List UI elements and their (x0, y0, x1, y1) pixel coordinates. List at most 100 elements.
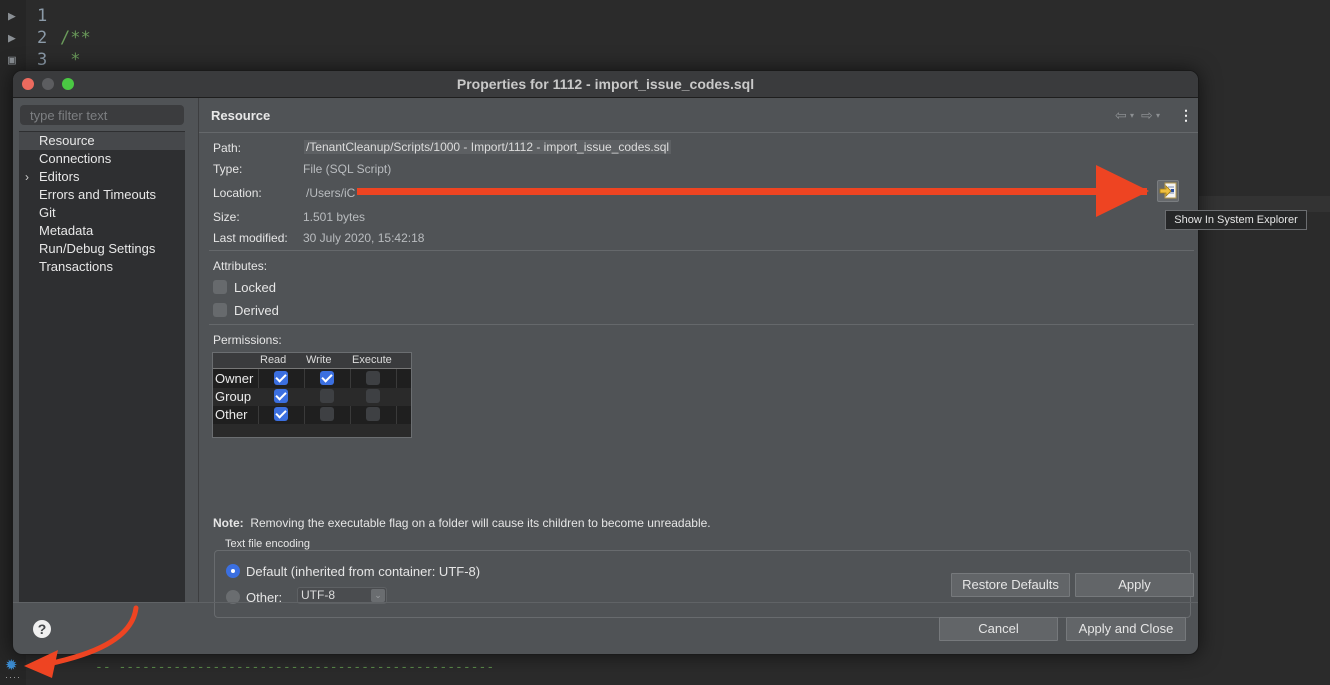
table-row: Other (213, 406, 411, 424)
row-label: Other (215, 407, 248, 422)
tree-item-label: Errors and Timeouts (39, 187, 157, 202)
column-header-read[interactable]: Read (260, 354, 286, 366)
tree-item-git[interactable]: Git (19, 204, 185, 222)
last-modified-value: 30 July 2020, 15:42:18 (303, 231, 425, 245)
forward-arrow-icon[interactable]: ⇨ (1141, 107, 1153, 124)
table-row: Owner (213, 370, 411, 388)
location-label: Location: (213, 186, 262, 200)
line-number: 2 (37, 28, 48, 48)
group-read-checkbox[interactable] (274, 389, 288, 403)
tree-item-connections[interactable]: Connections (19, 150, 185, 168)
dialog-title: Properties for 1112 - import_issue_codes… (456, 76, 755, 92)
tree-item-transactions[interactable]: Transactions (19, 258, 185, 276)
note-label: Note: (213, 516, 244, 530)
other-read-checkbox[interactable] (274, 407, 288, 421)
editor-comment-line: -- -------------------------------------… (95, 660, 495, 675)
back-arrow-icon[interactable]: ⇦ (1115, 107, 1127, 124)
tree-item-label: Git (39, 205, 56, 220)
line-code: * (60, 50, 81, 70)
column-header-execute[interactable]: Execute (352, 354, 392, 366)
view-menu-icon[interactable]: ⋮ (1179, 107, 1193, 124)
divider (199, 132, 1198, 133)
editor-line: ▶ 2 /** (0, 28, 91, 50)
chevron-right-icon[interactable]: › (25, 168, 29, 186)
derived-checkbox[interactable] (213, 303, 227, 317)
derived-label: Derived (234, 303, 279, 318)
divider (209, 324, 1194, 325)
redaction-arrow-shaft (357, 188, 1147, 195)
note-text: Removing the executable flag on a folder… (250, 516, 711, 530)
line-number: 3 (37, 50, 48, 70)
last-modified-label: Last modified: (213, 231, 288, 245)
owner-write-checkbox[interactable] (320, 371, 334, 385)
row-label: Group (215, 389, 252, 404)
tree-item-label: Connections (39, 151, 112, 166)
ruler-marker-icon: ▣ (8, 53, 16, 68)
show-in-explorer-icon (1159, 182, 1177, 199)
tree-item-metadata[interactable]: Metadata (19, 222, 185, 240)
path-label: Path: (213, 141, 242, 155)
type-label: Type: (213, 162, 243, 176)
resource-page: Resource ⇦ ▾ ⇨ ▾ ⋮ Path: /TenantCleanup/… (199, 98, 1198, 618)
owner-execute-checkbox[interactable] (366, 371, 380, 385)
properties-dialog: Properties for 1112 - import_issue_codes… (12, 70, 1199, 655)
group-execute-checkbox[interactable] (366, 389, 380, 403)
size-value: 1.501 bytes (303, 210, 366, 224)
type-value: File (SQL Script) (303, 162, 392, 176)
sidebar: Resource Connections › Editors Errors and… (19, 104, 185, 602)
default-encoding-radio[interactable] (226, 564, 240, 578)
default-encoding-label: Default (inherited from container: UTF-8… (246, 564, 481, 579)
help-icon[interactable]: ? (33, 620, 51, 638)
line-number: 1 (37, 6, 48, 26)
attributes-label: Attributes: (213, 259, 268, 273)
column-header-write[interactable]: Write (306, 354, 331, 366)
divider (13, 602, 1198, 603)
path-value[interactable]: /TenantCleanup/Scripts/1000 - Import/111… (304, 140, 672, 154)
tree-item-label: Editors (39, 169, 80, 184)
note: Note: Removing the executable flag on a … (213, 516, 711, 530)
show-in-system-explorer-button[interactable] (1157, 180, 1179, 202)
restore-defaults-button[interactable]: Restore Defaults (951, 573, 1070, 597)
tree-item-label: Resource (39, 133, 95, 148)
size-label: Size: (213, 210, 240, 224)
line-code: /** (60, 28, 91, 48)
table-row-empty (213, 424, 411, 437)
page-title: Resource (211, 108, 271, 123)
tree-item-label: Transactions (39, 259, 113, 274)
annotation-arrow-head (1096, 165, 1149, 217)
cancel-button[interactable]: Cancel (939, 617, 1058, 641)
filter-input[interactable] (20, 105, 184, 125)
permissions-label: Permissions: (213, 333, 282, 347)
other-write-checkbox[interactable] (320, 407, 334, 421)
permissions-header: Read Write Execute (213, 353, 411, 369)
ruler-marker-icon: ▶ (8, 31, 16, 46)
forward-dropdown-icon[interactable]: ▾ (1156, 111, 1160, 120)
ruler-marker-icon: ▶ (8, 9, 16, 24)
encoding-group-title: Text file encoding (225, 538, 310, 550)
location-value[interactable]: /Users/iC (306, 186, 355, 200)
apply-button[interactable]: Apply (1075, 573, 1194, 597)
tree-item-label: Run/Debug Settings (39, 241, 156, 256)
tree-item-label: Metadata (39, 223, 94, 238)
more-dots-icon: ···· (5, 672, 21, 682)
editor-line: ▣ 3 * (0, 50, 80, 72)
back-dropdown-icon[interactable]: ▾ (1130, 111, 1134, 120)
title-bar: Properties for 1112 - import_issue_codes… (13, 71, 1198, 98)
table-row: Group (213, 388, 411, 406)
permissions-table: Read Write Execute Owner Group Other (212, 352, 412, 438)
tree-item-editors[interactable]: › Editors (19, 168, 185, 186)
encoding-select-value: UTF-8 (301, 588, 335, 602)
property-page-tree: Resource Connections › Editors Errors and… (19, 131, 185, 602)
owner-read-checkbox[interactable] (274, 371, 288, 385)
tooltip: Show In System Explorer (1165, 210, 1307, 230)
locked-checkbox[interactable] (213, 280, 227, 294)
tree-item-errors-timeouts[interactable]: Errors and Timeouts (19, 186, 185, 204)
chevron-down-icon[interactable]: ⌄ (371, 589, 385, 602)
row-label: Owner (215, 371, 254, 386)
other-execute-checkbox[interactable] (366, 407, 380, 421)
apply-and-close-button[interactable]: Apply and Close (1066, 617, 1186, 641)
tree-item-run-debug-settings[interactable]: Run/Debug Settings (19, 240, 185, 258)
locked-label: Locked (234, 280, 276, 295)
group-write-checkbox[interactable] (320, 389, 334, 403)
tree-item-resource[interactable]: Resource (19, 132, 185, 150)
